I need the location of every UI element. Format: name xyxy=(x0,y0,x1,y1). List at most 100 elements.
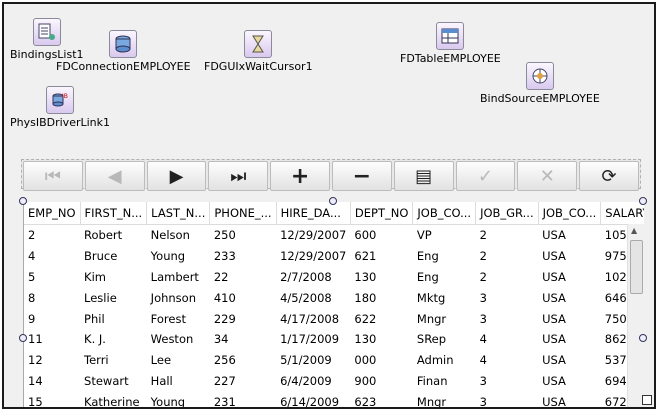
table-cell[interactable]: 6/14/2009 xyxy=(276,391,350,407)
table-cell[interactable]: 34 xyxy=(210,329,276,350)
component-phys-ib-driver[interactable]: IB PhysIBDriverLink1 xyxy=(10,86,110,129)
table-cell[interactable]: 4/5/2008 xyxy=(276,287,350,308)
table-row[interactable]: 15 Katherine Young 231 6/14/2009 623 Mngr 3 USA 6… xyxy=(24,391,644,407)
table-cell[interactable]: Nelson xyxy=(147,225,210,246)
table-cell[interactable]: 2/7/2008 xyxy=(276,267,350,288)
table-cell[interactable]: Admin xyxy=(413,350,476,371)
table-cell[interactable]: USA xyxy=(538,267,601,288)
table-cell[interactable]: 4/17/2008 xyxy=(276,308,350,329)
scrollbar-thumb[interactable] xyxy=(630,240,643,294)
table-cell[interactable]: Johnson xyxy=(147,287,210,308)
table-cell[interactable]: Lee xyxy=(147,350,210,371)
component-bind-source[interactable]: BindSourceEMPLOYEE xyxy=(480,62,600,105)
table-cell[interactable]: Eng xyxy=(413,267,476,288)
table-cell[interactable]: K. J. xyxy=(80,329,147,350)
table-cell[interactable]: USA xyxy=(538,225,601,246)
nav-last-button[interactable]: ⏭ xyxy=(208,161,269,191)
component-fd-connection[interactable]: FDConnectionEMPLOYEE xyxy=(56,30,191,73)
table-cell[interactable]: 4 xyxy=(476,350,539,371)
table-cell[interactable]: USA xyxy=(538,350,601,371)
table-cell[interactable]: Stewart xyxy=(80,371,147,392)
table-cell[interactable]: 410 xyxy=(210,287,276,308)
table-cell[interactable]: 600 xyxy=(350,225,413,246)
table-cell[interactable]: 1/17/2009 xyxy=(276,329,350,350)
employee-grid[interactable]: EMP_NO FIRST_N... LAST_N... PHONE_... HIRE_D… xyxy=(23,202,644,407)
nav-first-button[interactable]: ⏮ xyxy=(23,161,83,191)
table-cell[interactable]: 5 xyxy=(24,267,80,288)
table-cell[interactable]: Terri xyxy=(80,350,147,371)
table-cell[interactable]: 900 xyxy=(350,371,413,392)
table-cell[interactable]: Weston xyxy=(147,329,210,350)
table-cell[interactable]: 130 xyxy=(350,329,413,350)
table-cell[interactable]: USA xyxy=(538,287,601,308)
table-cell[interactable]: 22 xyxy=(210,267,276,288)
scroll-up-icon[interactable]: ▲ xyxy=(631,226,637,235)
table-row[interactable]: 12 Terri Lee 256 5/1/2009 000 Admin 4 USA 5379 xyxy=(24,350,644,371)
table-row[interactable]: 9 Phil Forest 229 4/17/2008 622 Mngr 3 USA 7506 xyxy=(24,308,644,329)
column-header[interactable]: SALARY xyxy=(600,202,644,225)
table-cell[interactable]: 9 xyxy=(24,308,80,329)
table-cell[interactable]: 4 xyxy=(24,246,80,267)
table-cell[interactable]: 12/29/2007 xyxy=(276,246,350,267)
table-cell[interactable]: 2 xyxy=(476,267,539,288)
nav-prior-button[interactable]: ◀ xyxy=(84,161,145,191)
table-cell[interactable]: 233 xyxy=(210,246,276,267)
table-cell[interactable]: Leslie xyxy=(80,287,147,308)
nav-insert-button[interactable]: + xyxy=(270,161,330,191)
table-row[interactable]: 2 Robert Nelson 250 12/29/2007 600 VP 2 USA 1059 xyxy=(24,225,644,246)
table-cell[interactable]: Young xyxy=(147,246,210,267)
column-header[interactable]: HIRE_DA... xyxy=(276,202,351,225)
column-header[interactable]: JOB_GR... xyxy=(475,202,539,225)
table-cell[interactable]: 6/4/2009 xyxy=(276,371,350,392)
column-header[interactable]: JOB_CO... xyxy=(412,202,477,225)
vertical-scrollbar[interactable]: ▲ xyxy=(627,224,644,407)
table-cell[interactable]: 250 xyxy=(210,225,276,246)
table-cell[interactable]: Robert xyxy=(80,225,147,246)
table-cell[interactable]: 5/1/2009 xyxy=(276,350,350,371)
table-cell[interactable]: 2 xyxy=(476,246,539,267)
table-cell[interactable]: Kim xyxy=(80,267,147,288)
table-cell[interactable]: 3 xyxy=(476,287,539,308)
table-row[interactable]: 8 Leslie Johnson 410 4/5/2008 180 Mktg 3 USA 6463 xyxy=(24,287,644,308)
table-row[interactable]: 11 K. J. Weston 34 1/17/2009 130 SRep 4 USA 8629. xyxy=(24,329,644,350)
component-fd-table[interactable]: FDTableEMPLOYEE xyxy=(400,22,501,65)
table-cell[interactable]: 256 xyxy=(210,350,276,371)
table-cell[interactable]: Eng xyxy=(413,246,476,267)
table-cell[interactable]: Phil xyxy=(80,308,147,329)
table-cell[interactable]: 000 xyxy=(350,350,413,371)
table-cell[interactable]: 3 xyxy=(476,371,539,392)
table-cell[interactable]: 14 xyxy=(24,371,80,392)
column-header[interactable]: LAST_N... xyxy=(146,202,211,225)
table-cell[interactable]: Katherine xyxy=(80,391,147,407)
column-header[interactable]: DEPT_NO xyxy=(350,202,414,225)
nav-delete-button[interactable]: − xyxy=(331,161,392,191)
table-cell[interactable]: 11 xyxy=(24,329,80,350)
table-cell[interactable]: USA xyxy=(538,329,601,350)
table-cell[interactable]: 2 xyxy=(476,225,539,246)
table-cell[interactable]: 227 xyxy=(210,371,276,392)
table-row[interactable]: 14 Stewart Hall 227 6/4/2009 900 Finan 3 USA 6948… xyxy=(24,371,644,392)
table-cell[interactable]: 12 xyxy=(24,350,80,371)
table-cell[interactable]: USA xyxy=(538,391,601,407)
table-cell[interactable]: Hall xyxy=(147,371,210,392)
table-row[interactable]: 5 Kim Lambert 22 2/7/2008 130 Eng 2 USA 1027 xyxy=(24,267,644,288)
table-cell[interactable]: 4 xyxy=(476,329,539,350)
table-cell[interactable]: 623 xyxy=(350,391,413,407)
table-cell[interactable]: 8 xyxy=(24,287,80,308)
table-cell[interactable]: Bruce xyxy=(80,246,147,267)
table-cell[interactable]: 130 xyxy=(350,267,413,288)
table-cell[interactable]: 15 xyxy=(24,391,80,407)
nav-edit-button[interactable]: ▤ xyxy=(393,161,454,191)
table-cell[interactable]: USA xyxy=(538,308,601,329)
column-header[interactable]: PHONE_... xyxy=(209,202,277,225)
resize-grip[interactable] xyxy=(642,395,652,405)
selection-handle[interactable] xyxy=(329,197,337,205)
table-cell[interactable]: VP xyxy=(413,225,476,246)
table-cell[interactable]: USA xyxy=(538,371,601,392)
table-cell[interactable]: 2 xyxy=(24,225,80,246)
table-cell[interactable]: Mngr xyxy=(413,391,476,407)
table-cell[interactable]: 229 xyxy=(210,308,276,329)
table-cell[interactable]: SRep xyxy=(413,329,476,350)
table-cell[interactable]: Forest xyxy=(147,308,210,329)
nav-next-button[interactable]: ▶ xyxy=(146,161,207,191)
